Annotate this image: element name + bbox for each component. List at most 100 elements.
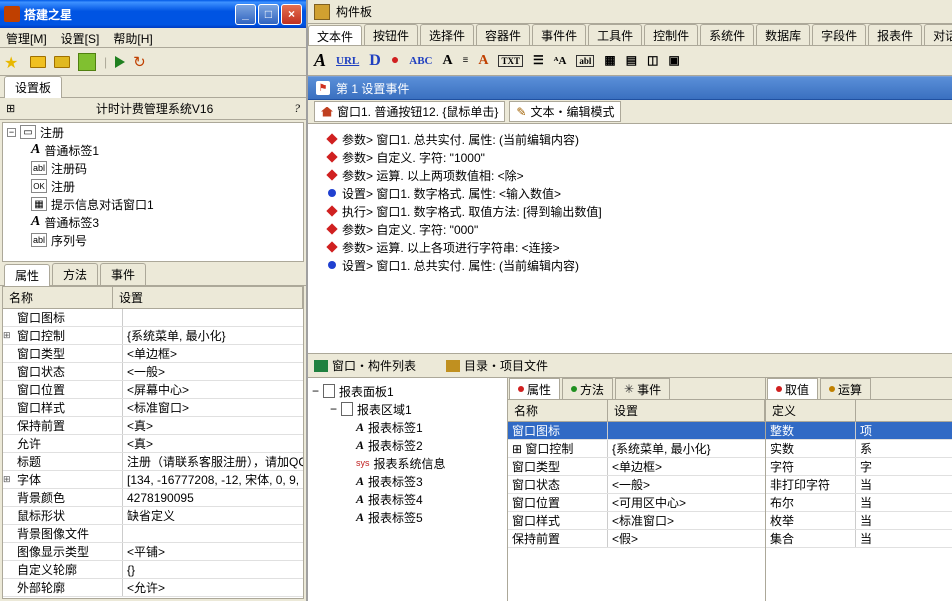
save-icon[interactable] xyxy=(78,53,96,71)
tree-item[interactable]: A报表标签1 xyxy=(312,418,503,436)
notes-icon[interactable]: ☰ xyxy=(533,53,544,68)
tree-item[interactable]: 报表区域1 xyxy=(357,401,412,418)
comp-tab[interactable]: 事件件 xyxy=(532,24,586,45)
tree-item[interactable]: A报表标签2 xyxy=(312,436,503,454)
breadcrumb-target[interactable]: 窗口1. 普通按钮12. {鼠标单击} xyxy=(314,101,505,122)
property-row[interactable]: ⊞ 窗口控制{系统菜单, 最小化} xyxy=(508,440,765,458)
property-row[interactable]: 外部轮廓<允许> xyxy=(3,579,303,597)
tree-item[interactable]: 报表面板1 xyxy=(339,383,394,400)
comp-tab[interactable]: 控制件 xyxy=(644,24,698,45)
grid-icon[interactable]: ⊞ xyxy=(6,102,15,115)
property-row[interactable]: ⊞字体[134, -16777208, -12, 宋体, 0, 9, 0 xyxy=(3,471,303,489)
collapse-icon[interactable]: − xyxy=(330,402,337,416)
value-row[interactable]: 非打印字符当 xyxy=(766,476,952,494)
property-row[interactable]: 自定义轮廓{} xyxy=(3,561,303,579)
open-folder-icon[interactable] xyxy=(54,56,70,68)
property-row[interactable]: 窗口状态<一般> xyxy=(3,363,303,381)
property-row[interactable]: 标题注册（请联系客服注册），请加QQ或 xyxy=(3,453,303,471)
component-tree[interactable]: −▭注册 A普通标签1 abl注册码 OK注册 ▦提示信息对话窗口1 A普通标签… xyxy=(2,122,304,262)
bot-tab-value[interactable]: 取值 xyxy=(767,378,818,399)
tree-item[interactable]: 序列号 xyxy=(51,232,87,249)
property-row[interactable]: 窗口样式<标准窗口> xyxy=(508,512,765,530)
tab-project-files[interactable]: 目录・项目文件 xyxy=(446,357,548,374)
menu-help[interactable]: 帮助[H] xyxy=(113,30,152,45)
value-row[interactable]: 字符字 xyxy=(766,458,952,476)
script-line[interactable]: 参数> 运算. 以上两项数值相: <除> xyxy=(312,166,952,184)
tab-methods[interactable]: 方法 xyxy=(52,263,98,285)
tree-item[interactable]: sys报表系统信息 xyxy=(312,454,503,472)
window-comp-icon[interactable]: ◫ xyxy=(647,53,658,68)
menu-manage[interactable]: 管理[M] xyxy=(6,30,47,45)
tree-item[interactable]: A报表标签5 xyxy=(312,508,503,526)
property-row[interactable]: 窗口位置<可用区中心> xyxy=(508,494,765,512)
value-row[interactable]: 枚举当 xyxy=(766,512,952,530)
collapse-icon[interactable]: − xyxy=(312,384,319,398)
property-row[interactable]: 窗口样式<标准窗口> xyxy=(3,399,303,417)
value-row[interactable]: 集合当 xyxy=(766,530,952,548)
script-line[interactable]: 设置> 窗口1. 总共实付. 属性: (当前编辑内容) xyxy=(312,256,952,274)
property-row[interactable]: 鼠标形状缺省定义 xyxy=(3,507,303,525)
tree-root[interactable]: 注册 xyxy=(40,124,64,141)
script-line[interactable]: 参数> 窗口1. 总共实付. 属性: (当前编辑内容) xyxy=(312,130,952,148)
tree-item[interactable]: 提示信息对话窗口1 xyxy=(51,196,154,213)
color-a-icon[interactable]: A xyxy=(478,53,488,69)
breadcrumb-mode[interactable]: ✎文本・编辑模式 xyxy=(509,101,621,122)
refresh-icon[interactable]: ↻ xyxy=(133,53,151,71)
property-row[interactable]: 窗口图标 xyxy=(3,309,303,327)
collapse-icon[interactable]: − xyxy=(7,128,16,137)
property-row[interactable]: 保持前置<真> xyxy=(3,417,303,435)
tab-settings-board[interactable]: 设置板 xyxy=(4,76,62,98)
comp-tab[interactable]: 工具件 xyxy=(588,24,642,45)
script-line[interactable]: 设置> 窗口1. 数字格式. 属性: <输入数值> xyxy=(312,184,952,202)
folder-icon[interactable] xyxy=(30,56,46,68)
bot-property-grid[interactable]: 名称设置 窗口图标⊞ 窗口控制{系统菜单, 最小化}窗口类型<单边框>窗口状态<… xyxy=(508,400,765,601)
property-row[interactable]: 背景颜色4278190095 xyxy=(3,489,303,507)
property-row[interactable]: ⊞窗口控制{系统菜单, 最小化} xyxy=(3,327,303,345)
script-line[interactable]: 参数> 自定义. 字符: "000" xyxy=(312,220,952,238)
favorite-icon[interactable]: ★ xyxy=(4,53,22,71)
tree-item[interactable]: A报表标签4 xyxy=(312,490,503,508)
comp-tab[interactable]: 按钮件 xyxy=(364,24,418,45)
tab-attributes[interactable]: 属性 xyxy=(4,264,50,286)
form-comp-icon[interactable]: ▤ xyxy=(626,53,637,68)
script-line[interactable]: 参数> 运算. 以上各项进行字符串: <连接> xyxy=(312,238,952,256)
comp-tab[interactable]: 报表件 xyxy=(868,24,922,45)
small-a-icon[interactable]: ᴬA xyxy=(554,55,567,67)
property-row[interactable]: 保持前置<假> xyxy=(508,530,765,548)
report-tree[interactable]: −报表面板1 −报表区域1 A报表标签1A报表标签2sys报表系统信息A报表标签… xyxy=(308,378,508,601)
url-icon[interactable]: URL xyxy=(336,55,359,67)
bot-value-grid[interactable]: 定义 整数项实数系字符字非打印字符当布尔当枚举当集合当 xyxy=(766,400,952,601)
property-row[interactable]: 窗口类型<单边框> xyxy=(3,345,303,363)
help-icon[interactable]: ? xyxy=(294,101,300,116)
property-row[interactable]: 窗口状态<一般> xyxy=(508,476,765,494)
comp-tab[interactable]: 选择件 xyxy=(420,24,474,45)
tab-window-components[interactable]: 窗口・构件列表 xyxy=(314,357,416,374)
property-row[interactable]: 允许<真> xyxy=(3,435,303,453)
script-list[interactable]: 参数> 窗口1. 总共实付. 属性: (当前编辑内容) 参数> 自定义. 字符: … xyxy=(308,124,952,353)
property-row[interactable]: 窗口位置<屏幕中心> xyxy=(3,381,303,399)
grid-comp-icon[interactable]: ▦ xyxy=(604,53,615,68)
tree-item[interactable]: A报表标签3 xyxy=(312,472,503,490)
text-a-icon[interactable]: A xyxy=(314,50,326,71)
panel-comp-icon[interactable]: ▣ xyxy=(668,53,679,68)
script-line[interactable]: 执行> 窗口1. 数字格式. 取值方法: [得到输出数值] xyxy=(312,202,952,220)
tree-item[interactable]: 普通标签3 xyxy=(44,214,99,231)
comp-tab[interactable]: 文本件 xyxy=(308,25,362,46)
value-row[interactable]: 实数系 xyxy=(766,440,952,458)
bot-tab-attr[interactable]: 属性 xyxy=(509,378,560,399)
font-a-icon[interactable]: A xyxy=(443,53,453,69)
d-icon[interactable]: D xyxy=(369,52,381,70)
abc-icon[interactable]: ABC xyxy=(409,55,432,67)
tree-item[interactable]: 普通标签1 xyxy=(44,142,99,159)
value-row[interactable]: 整数项 xyxy=(766,422,952,440)
property-row[interactable]: 窗口图标 xyxy=(508,422,765,440)
bot-tab-calc[interactable]: 运算 xyxy=(820,378,871,399)
comp-tab[interactable]: 系统件 xyxy=(700,24,754,45)
property-row[interactable]: 背景图像文件 xyxy=(3,525,303,543)
property-grid[interactable]: 名称 设置 窗口图标⊞窗口控制{系统菜单, 最小化}窗口类型<单边框>窗口状态<… xyxy=(2,286,304,599)
property-row[interactable]: 图像显示类型<平铺> xyxy=(3,543,303,561)
tab-events[interactable]: 事件 xyxy=(100,263,146,285)
comp-tab[interactable]: 数据库 xyxy=(756,24,810,45)
property-row[interactable]: 窗口类型<单边框> xyxy=(508,458,765,476)
comp-tab[interactable]: 容器件 xyxy=(476,24,530,45)
